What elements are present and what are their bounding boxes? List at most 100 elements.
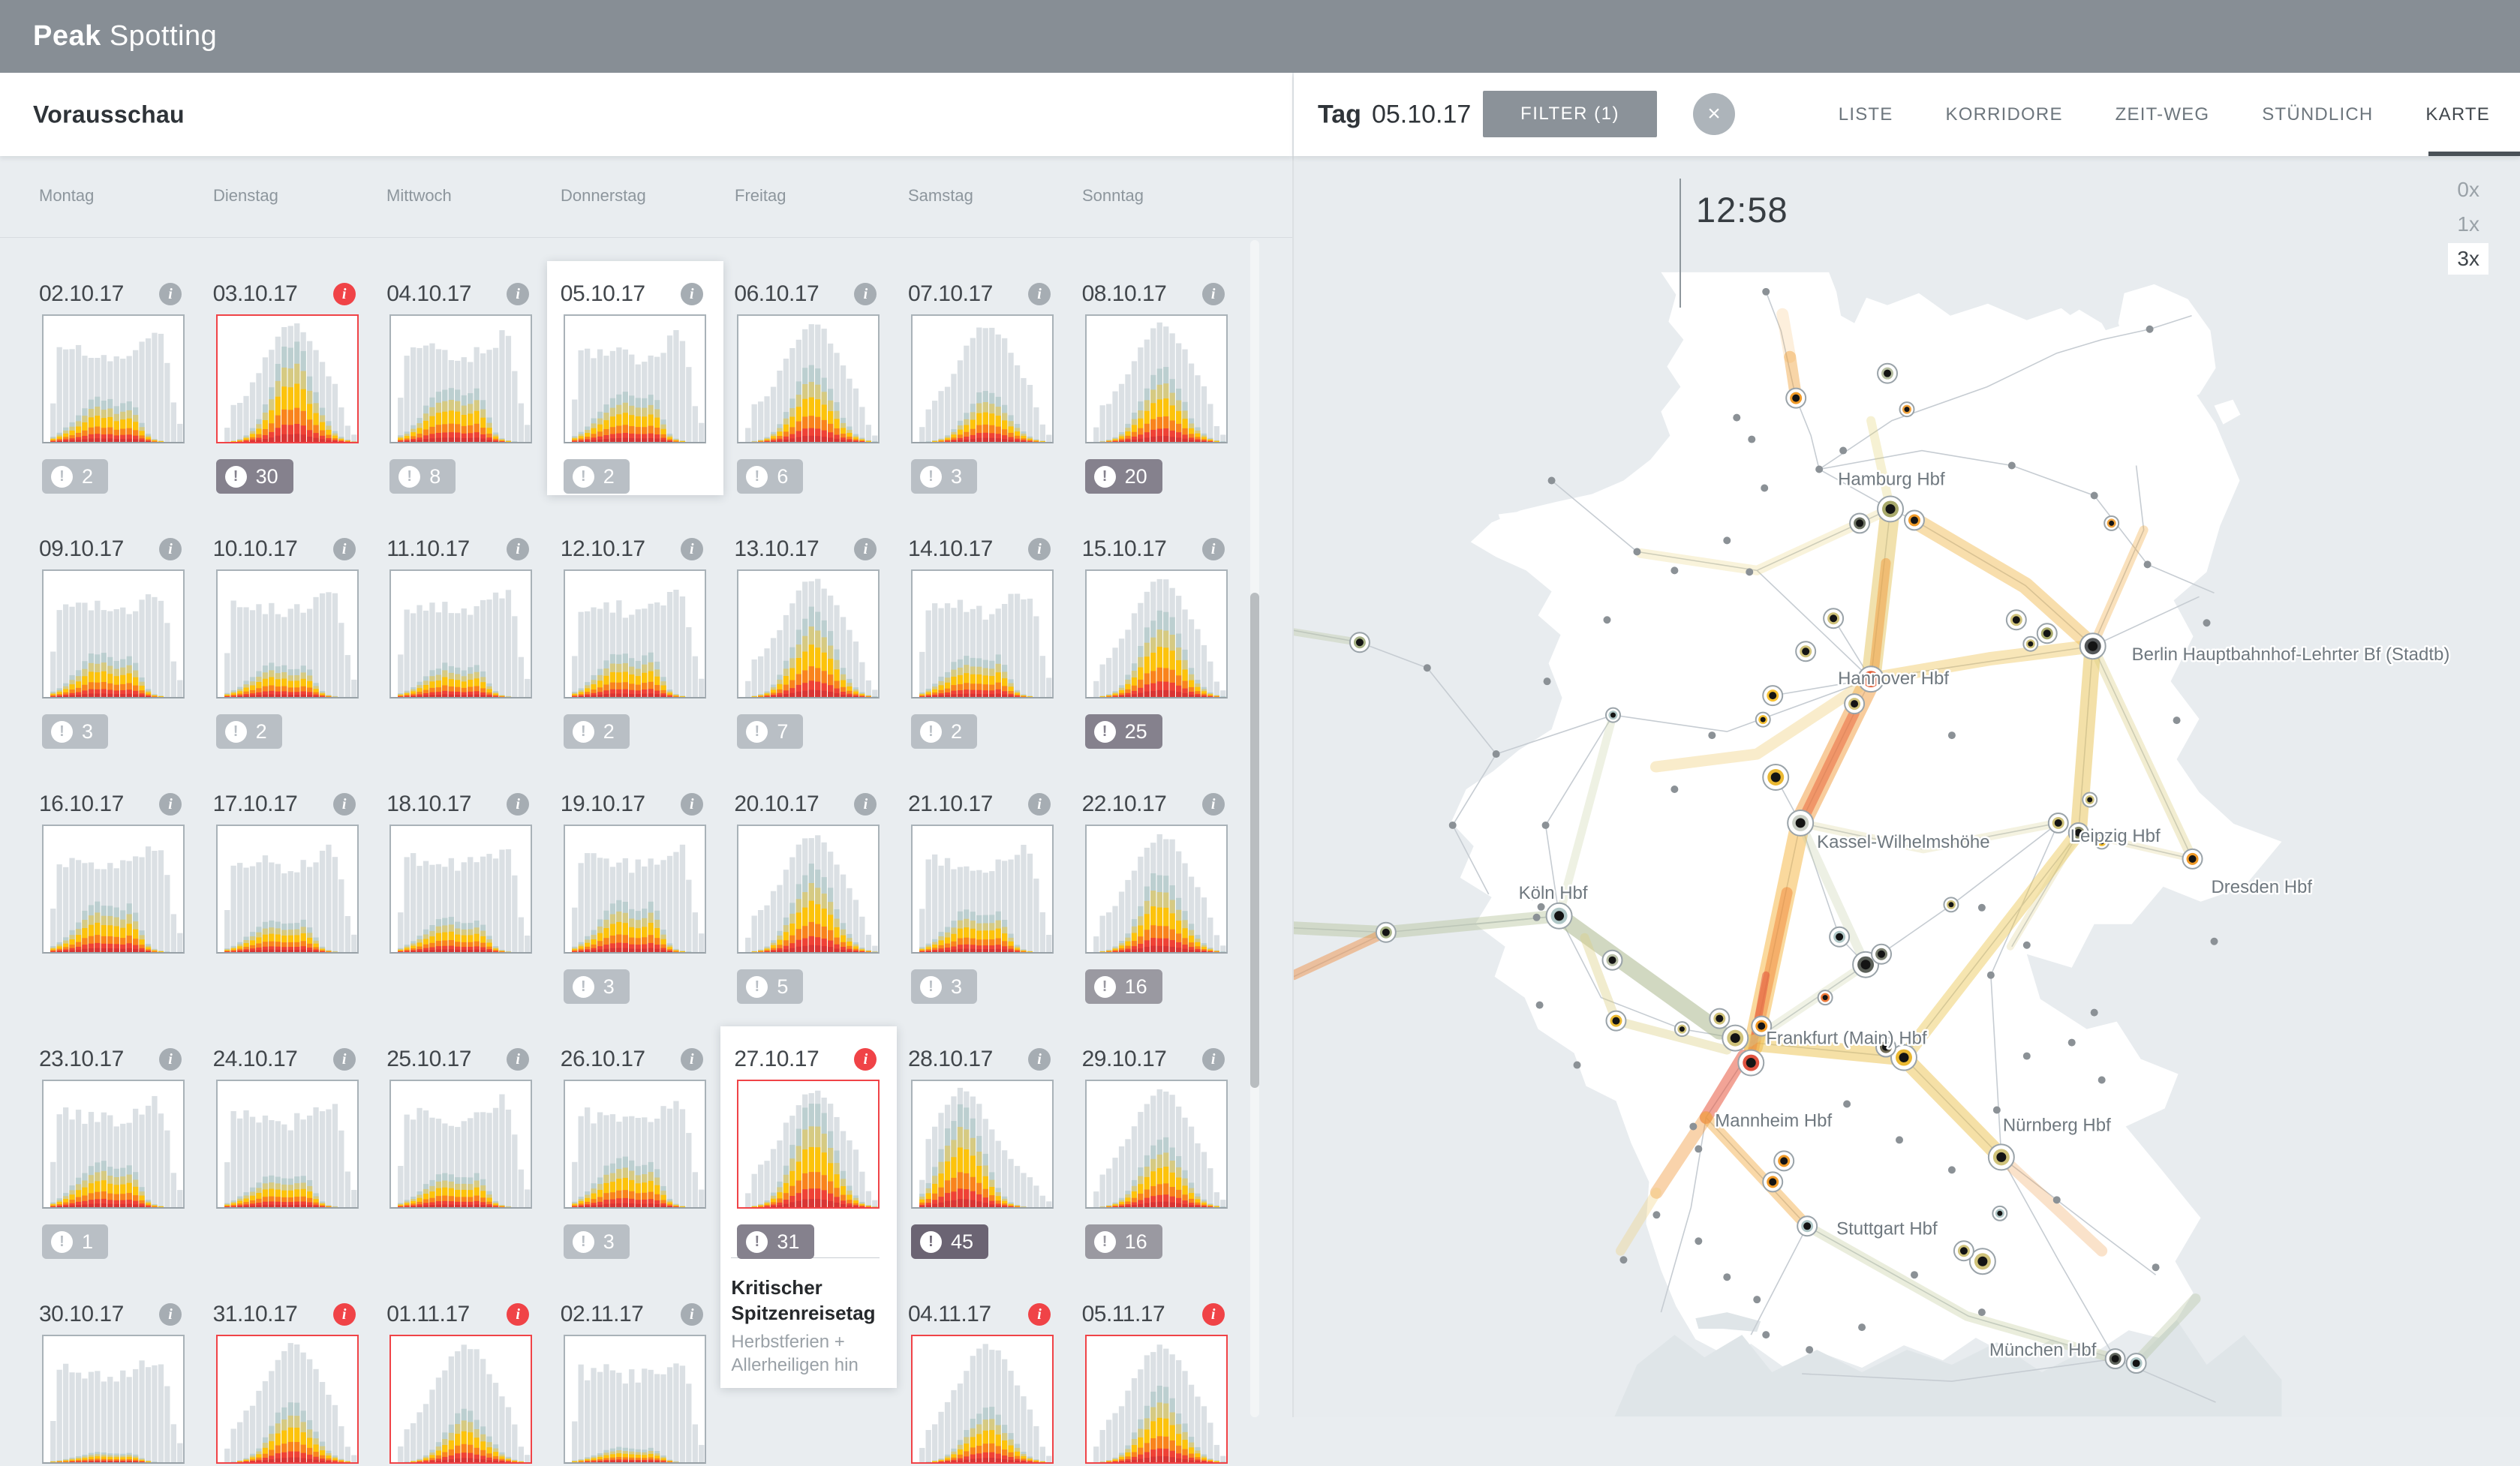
conflict-badge: !2 [216, 714, 282, 749]
station-node[interactable] [1350, 632, 1370, 652]
station-node[interactable] [1850, 513, 1869, 533]
info-icon[interactable]: i [333, 538, 356, 560]
day-date: 06.10.17 [734, 281, 819, 307]
station-node[interactable] [1788, 810, 1813, 836]
clear-filter-button[interactable]: × [1693, 93, 1735, 135]
info-icon[interactable]: i [507, 283, 529, 305]
station-node[interactable] [2023, 637, 2037, 651]
info-icon[interactable]: i [507, 1048, 529, 1071]
alert-icon: ! [51, 466, 73, 488]
conflict-badge: !45 [911, 1224, 988, 1259]
info-icon[interactable]: i [681, 1048, 703, 1071]
station-node[interactable] [1989, 1144, 2014, 1170]
station-node[interactable] [1818, 990, 1833, 1005]
info-icon[interactable]: i [681, 793, 703, 816]
critical-info-icon[interactable]: i [333, 283, 356, 305]
station-node[interactable] [2106, 1349, 2125, 1368]
station-node[interactable] [1845, 694, 1864, 713]
critical-info-icon[interactable]: i [507, 1303, 529, 1326]
critical-info-icon[interactable]: i [1028, 1303, 1051, 1326]
calendar-scrollbar[interactable] [1250, 240, 1259, 1417]
speed-1x[interactable]: 1x [2448, 209, 2488, 240]
info-icon[interactable]: i [681, 1303, 703, 1326]
info-icon[interactable]: i [1202, 793, 1225, 816]
station-node[interactable] [1675, 1022, 1689, 1036]
info-icon[interactable]: i [333, 793, 356, 816]
junction-dot [1978, 904, 1986, 912]
station-node[interactable] [1763, 765, 1788, 790]
day-date: 25.10.17 [386, 1047, 471, 1072]
weekday-header: Montag Dienstag Mittwoch Donnerstag Frei… [0, 156, 1292, 239]
info-icon[interactable]: i [159, 1303, 182, 1326]
station-node[interactable] [1878, 496, 1903, 521]
station-node[interactable] [2183, 849, 2203, 869]
station-node[interactable] [1824, 608, 1843, 628]
station-node[interactable] [1830, 927, 1849, 947]
day-date: 26.10.17 [561, 1047, 645, 1072]
station-node[interactable] [1763, 1172, 1782, 1191]
info-icon[interactable]: i [1028, 793, 1051, 816]
station-node[interactable] [1797, 1216, 1817, 1236]
station-node[interactable] [2049, 813, 2068, 833]
info-icon[interactable]: i [854, 793, 877, 816]
station-node[interactable] [1602, 951, 1622, 970]
station-node[interactable] [1786, 389, 1806, 408]
station-node[interactable] [1722, 1026, 1748, 1051]
station-node[interactable] [1900, 402, 1914, 416]
station-node[interactable] [1954, 1241, 1974, 1260]
tab-stündlich[interactable]: STÜNDLICH [2262, 104, 2373, 125]
info-icon[interactable]: i [1028, 283, 1051, 305]
info-icon[interactable]: i [1028, 538, 1051, 560]
station-node[interactable] [1606, 708, 1620, 722]
info-icon[interactable]: i [1202, 1048, 1225, 1071]
station-node[interactable] [1376, 923, 1396, 942]
info-icon[interactable]: i [507, 538, 529, 560]
speed-3x[interactable]: 3x [2448, 243, 2488, 275]
calendar-scrollbar-thumb[interactable] [1250, 593, 1259, 1088]
station-node[interactable] [1547, 903, 1572, 929]
info-icon[interactable]: i [159, 283, 182, 305]
junction-dot [1544, 677, 1551, 685]
right-panel-header: Tag05.10.17 FILTER (1) × LISTE KORRIDORE… [1294, 73, 2520, 156]
tab-karte[interactable]: KARTE [2425, 104, 2490, 125]
info-icon[interactable]: i [681, 538, 703, 560]
station-node[interactable] [1774, 1151, 1794, 1170]
info-icon[interactable]: i [507, 793, 529, 816]
critical-info-icon[interactable]: i [333, 1303, 356, 1326]
station-node[interactable] [1872, 945, 1891, 964]
mini-load-chart [391, 826, 531, 952]
station-node[interactable] [2104, 516, 2119, 530]
station-node[interactable] [2080, 633, 2106, 659]
info-icon[interactable]: i [1028, 1048, 1051, 1071]
tab-korridore[interactable]: KORRIDORE [1946, 104, 2063, 125]
info-icon[interactable]: i [159, 1048, 182, 1071]
station-node[interactable] [1756, 713, 1770, 727]
station-node[interactable] [1763, 686, 1782, 705]
info-icon[interactable]: i [1202, 283, 1225, 305]
station-node[interactable] [1796, 641, 1815, 661]
station-node[interactable] [1944, 897, 1958, 912]
tab-liste[interactable]: LISTE [1839, 104, 1893, 125]
info-icon[interactable]: i [159, 793, 182, 816]
station-node[interactable] [2082, 792, 2097, 807]
critical-info-icon[interactable]: i [1202, 1303, 1225, 1326]
station-node[interactable] [1710, 1009, 1729, 1029]
info-icon[interactable]: i [333, 1048, 356, 1071]
info-icon[interactable]: i [681, 283, 703, 305]
station-node[interactable] [1905, 510, 1924, 530]
info-icon[interactable]: i [854, 538, 877, 560]
speed-0x[interactable]: 0x [2448, 174, 2488, 206]
station-node[interactable] [1738, 1050, 1764, 1076]
station-node[interactable] [2127, 1353, 2146, 1373]
tab-zeit-weg[interactable]: ZEIT-WEG [2116, 104, 2210, 125]
info-icon[interactable]: i [1202, 538, 1225, 560]
filter-button[interactable]: FILTER (1) [1483, 91, 1657, 137]
station-node[interactable] [2007, 610, 2026, 629]
station-node[interactable] [1878, 364, 1897, 383]
station-node[interactable] [1992, 1206, 2007, 1221]
conflict-badge: !3 [911, 969, 977, 1004]
info-icon[interactable]: i [159, 538, 182, 560]
station-node[interactable] [2037, 623, 2057, 643]
info-icon[interactable]: i [854, 283, 877, 305]
station-node[interactable] [1606, 1011, 1625, 1031]
